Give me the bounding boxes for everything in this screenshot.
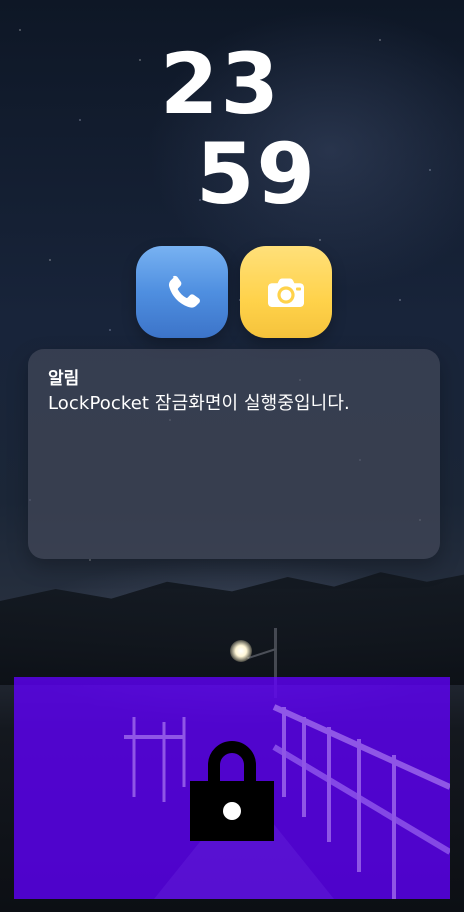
- lockscreen-clock: 23 59: [0, 40, 464, 220]
- clock-minutes: 59: [196, 125, 317, 223]
- notification-title: 알림: [48, 369, 80, 389]
- unlock-button[interactable]: [190, 735, 274, 841]
- padlock-icon: [190, 740, 274, 841]
- notification-card[interactable]: 알림 LockPocket 잠금화면이 실행중입니다.: [28, 349, 440, 559]
- phone-icon: [168, 275, 200, 308]
- clock-hours: 23: [160, 35, 281, 133]
- notification-body: LockPocket 잠금화면이 실행중입니다.: [48, 393, 350, 414]
- unlock-panel[interactable]: [14, 677, 450, 899]
- camera-icon: [268, 278, 304, 307]
- camera-shortcut-button[interactable]: [240, 246, 332, 338]
- lamp-light: [230, 640, 252, 662]
- phone-shortcut-button[interactable]: [136, 246, 228, 338]
